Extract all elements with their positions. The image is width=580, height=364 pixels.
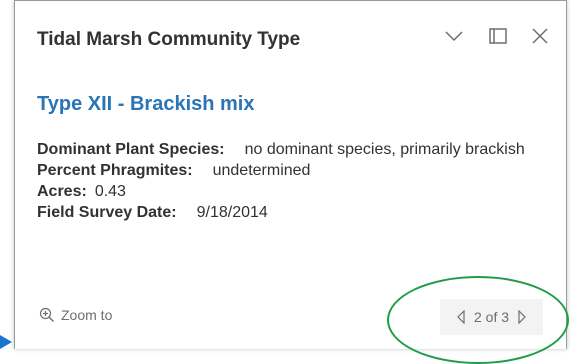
attribute-row: Field Survey Date: 9/18/2014 [37, 202, 546, 223]
zoom-to-label: Zoom to [61, 307, 113, 323]
attribute-list: Dominant Plant Species: no dominant speci… [37, 139, 546, 223]
popup-header: Tidal Marsh Community Type [15, 1, 566, 79]
next-feature-button[interactable] [511, 310, 533, 324]
triangle-right-icon [518, 310, 526, 324]
popup-footer: Zoom to 2 of 3 [15, 291, 566, 349]
attribute-value: 9/18/2014 [196, 204, 268, 221]
close-button[interactable] [527, 23, 553, 49]
feature-title: Type XII - Brackish mix [37, 93, 255, 115]
dock-button[interactable] [485, 23, 511, 49]
attribute-row: Acres: 0.43 [37, 181, 546, 202]
attribute-value: 0.43 [94, 183, 126, 200]
attribute-label: Acres: [37, 183, 87, 200]
attribute-row: Percent Phragmites: undetermined [37, 160, 546, 181]
previous-feature-button[interactable] [450, 310, 472, 324]
close-icon [532, 28, 548, 44]
attribute-label: Percent Phragmites: [37, 162, 193, 179]
attribute-label: Field Survey Date: [37, 204, 177, 221]
dock-icon [489, 28, 507, 44]
zoom-to-button[interactable]: Zoom to [39, 307, 112, 323]
attribute-value: undetermined [212, 162, 311, 179]
feature-pager: 2 of 3 [440, 299, 543, 335]
attribute-row: Dominant Plant Species: no dominant speci… [37, 139, 546, 160]
popup-panel: Tidal Marsh Community Type Type XII - Br… [14, 0, 567, 349]
zoom-in-icon [39, 307, 54, 322]
attribute-label: Dominant Plant Species: [37, 141, 225, 158]
triangle-left-icon [457, 310, 465, 324]
location-marker [0, 335, 12, 349]
popup-title: Tidal Marsh Community Type [37, 29, 301, 50]
attribute-value: no dominant species, primarily brackish [244, 141, 525, 158]
popup-content: Type XII - Brackish mix Dominant Plant S… [37, 93, 546, 223]
chevron-down-icon [445, 31, 463, 42]
collapse-button[interactable] [441, 23, 467, 49]
pager-count: 2 of 3 [473, 309, 510, 325]
